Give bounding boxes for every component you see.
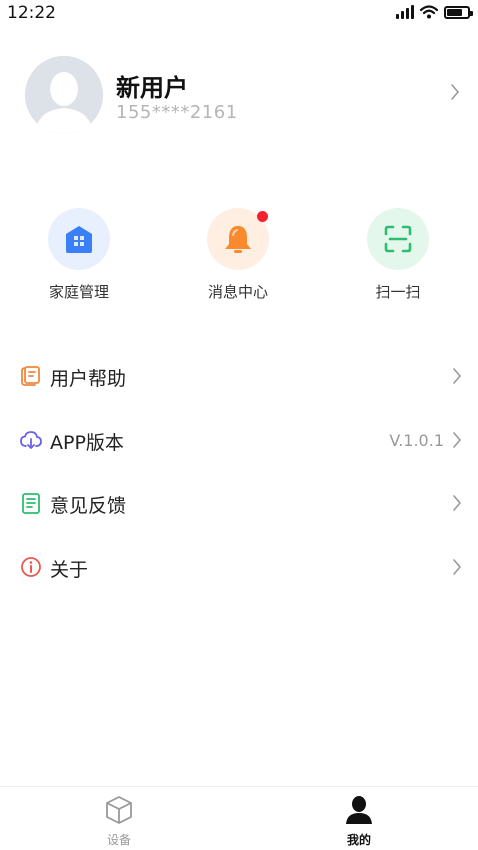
home-icon (48, 208, 110, 270)
quick-action-scan[interactable]: 扫一扫 (338, 208, 458, 308)
quick-action-label: 家庭管理 (48, 283, 109, 301)
battery-level-fill (447, 8, 462, 16)
user-phone: 155****2161 (116, 102, 238, 123)
menu-item-help[interactable]: 用户帮助 (0, 352, 478, 402)
person-icon (346, 796, 372, 824)
status-icons (396, 5, 473, 19)
cloud-download-icon (20, 431, 42, 449)
tab-mine[interactable]: 我的 (319, 795, 399, 848)
cube-icon (106, 796, 132, 824)
menu-item-about[interactable]: 关于 (0, 543, 478, 593)
chevron-right-icon (453, 495, 461, 511)
battery-icon (444, 5, 473, 19)
tab-label: 我的 (346, 833, 371, 847)
menu-item-app-version[interactable]: APP版本 V.1.0.1 (0, 416, 478, 466)
app-version-value: V.1.0.1 (389, 431, 444, 450)
menu-item-label: 用户帮助 (50, 368, 127, 390)
feedback-document-icon (22, 493, 40, 514)
wifi-icon (420, 5, 438, 19)
notification-badge (257, 211, 268, 222)
tab-devices[interactable]: 设备 (79, 795, 159, 848)
chevron-right-icon[interactable] (450, 83, 460, 101)
chevron-right-icon (453, 559, 461, 575)
user-name: 新用户 (116, 74, 188, 102)
quick-action-label: 扫一扫 (375, 283, 421, 301)
quick-action-family[interactable]: 家庭管理 (19, 208, 139, 308)
help-scroll-icon (21, 366, 40, 386)
menu-item-label: 意见反馈 (50, 495, 127, 517)
status-time: 12:22 (7, 3, 56, 23)
quick-action-label: 消息中心 (207, 283, 268, 301)
chevron-right-icon (453, 368, 461, 384)
bell-icon (207, 208, 269, 270)
tab-label: 设备 (106, 833, 131, 847)
menu-item-label: 关于 (50, 559, 89, 581)
menu-item-label: APP版本 (50, 432, 124, 454)
signal-icon (396, 5, 414, 19)
avatar-placeholder-icon[interactable] (25, 56, 103, 134)
bottom-tab-bar: 设备 我的 (0, 786, 478, 850)
quick-action-messages[interactable]: 消息中心 (178, 208, 298, 308)
menu-item-feedback[interactable]: 意见反馈 (0, 479, 478, 529)
chevron-right-icon (453, 432, 461, 448)
status-bar: 12:22 (0, 0, 478, 26)
info-circle-icon (21, 557, 41, 577)
profile-header[interactable]: 新用户 155****2161 (0, 50, 478, 144)
scan-icon (367, 208, 429, 270)
